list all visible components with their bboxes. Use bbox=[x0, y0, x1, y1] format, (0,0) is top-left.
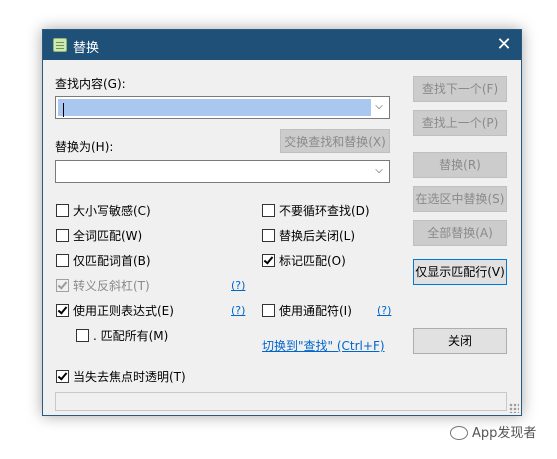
checkbox-box[interactable] bbox=[56, 254, 69, 267]
checkmark-icon bbox=[263, 254, 274, 265]
chevron-down-icon[interactable]: ⌵ bbox=[372, 161, 386, 182]
find-next-button[interactable]: 查找下一个(F) bbox=[413, 76, 507, 102]
word-start-label: 仅匹配词首(B) bbox=[73, 254, 151, 268]
wildcard-help-link[interactable]: (?) bbox=[377, 304, 391, 317]
checkbox-box[interactable] bbox=[262, 304, 275, 317]
checkbox-box[interactable] bbox=[56, 304, 69, 317]
title-bar[interactable]: 替换 ✕ bbox=[43, 30, 521, 60]
use-regex-label: 使用正则表达式(E) bbox=[73, 304, 174, 318]
replace-dialog: 替换 ✕ 查找内容(G): ⌵ 交换查找和替换(X) 替换为(H): ⌵ 查找下… bbox=[42, 29, 522, 416]
checkbox-box[interactable] bbox=[262, 204, 275, 217]
find-label: 查找内容(G): bbox=[55, 77, 126, 91]
escape-backslash-checkbox[interactable]: 转义反斜杠(T) bbox=[56, 278, 150, 294]
replace-all-button[interactable]: 全部替换(A) bbox=[413, 220, 507, 246]
mark-matches-checkbox[interactable]: 标记匹配(O) bbox=[262, 253, 346, 269]
case-sensitive-label: 大小写敏感(C) bbox=[73, 204, 151, 218]
whole-word-label: 全词匹配(W) bbox=[73, 229, 143, 243]
escape-help-link[interactable]: (?) bbox=[231, 279, 245, 292]
dot-matches-all-checkbox[interactable]: . 匹配所有(M) bbox=[76, 328, 168, 344]
checkbox-box[interactable] bbox=[56, 204, 69, 217]
close-icon[interactable]: ✕ bbox=[493, 34, 515, 56]
resize-grip-icon[interactable] bbox=[509, 403, 519, 413]
replace-in-selection-button[interactable]: 在选区中替换(S) bbox=[413, 186, 507, 212]
checkmark-icon bbox=[57, 279, 68, 290]
switch-to-find-link[interactable]: 切换到"查找" (Ctrl+F) bbox=[262, 337, 385, 354]
mark-matches-label: 标记匹配(O) bbox=[279, 254, 346, 268]
chevron-down-icon[interactable]: ⌵ bbox=[372, 97, 386, 118]
no-wrap-label: 不要循环查找(D) bbox=[279, 204, 370, 218]
whole-word-checkbox[interactable]: 全词匹配(W) bbox=[56, 228, 142, 244]
status-bar bbox=[55, 392, 507, 411]
watermark: App发现者 bbox=[450, 422, 536, 444]
watermark-text: App发现者 bbox=[472, 426, 537, 441]
use-regex-checkbox[interactable]: 使用正则表达式(E) bbox=[56, 303, 174, 319]
replace-label: 替换为(H): bbox=[55, 140, 114, 154]
find-input-selection bbox=[58, 99, 371, 117]
close-after-replace-label: 替换后关闭(L) bbox=[279, 229, 356, 243]
escape-backslash-label: 转义反斜杠(T) bbox=[73, 279, 150, 293]
dot-matches-all-label: . 匹配所有(M) bbox=[93, 329, 169, 343]
close-button[interactable]: 关闭 bbox=[413, 328, 507, 354]
notepad-icon bbox=[53, 38, 67, 52]
checkbox-box[interactable] bbox=[56, 279, 69, 292]
text-caret bbox=[63, 103, 64, 117]
word-start-checkbox[interactable]: 仅匹配词首(B) bbox=[56, 253, 151, 269]
transparent-on-blur-checkbox[interactable]: 当失去焦点时透明(T) bbox=[56, 369, 186, 385]
close-after-replace-checkbox[interactable]: 替换后关闭(L) bbox=[262, 228, 355, 244]
no-wrap-checkbox[interactable]: 不要循环查找(D) bbox=[262, 203, 370, 219]
wechat-icon bbox=[450, 425, 468, 440]
use-wildcard-label: 使用通配符(I) bbox=[279, 304, 352, 318]
find-input[interactable]: ⌵ bbox=[55, 96, 390, 119]
transparent-on-blur-label: 当失去焦点时透明(T) bbox=[73, 370, 186, 384]
find-previous-button[interactable]: 查找上一个(P) bbox=[413, 110, 507, 136]
use-wildcard-checkbox[interactable]: 使用通配符(I) bbox=[262, 303, 352, 319]
regex-help-link[interactable]: (?) bbox=[231, 304, 245, 317]
show-matching-lines-button[interactable]: 仅显示匹配行(V) bbox=[413, 259, 507, 285]
checkmark-icon bbox=[57, 370, 68, 381]
swap-button[interactable]: 交换查找和替换(X) bbox=[280, 129, 390, 153]
checkbox-box[interactable] bbox=[56, 229, 69, 242]
checkmark-icon bbox=[57, 304, 68, 315]
replace-input[interactable]: ⌵ bbox=[55, 160, 390, 183]
window-title: 替换 bbox=[73, 41, 100, 56]
checkbox-box[interactable] bbox=[56, 370, 69, 383]
replace-button[interactable]: 替换(R) bbox=[413, 152, 507, 178]
case-sensitive-checkbox[interactable]: 大小写敏感(C) bbox=[56, 203, 151, 219]
checkbox-box[interactable] bbox=[76, 329, 89, 342]
checkbox-box[interactable] bbox=[262, 254, 275, 267]
checkbox-box[interactable] bbox=[262, 229, 275, 242]
